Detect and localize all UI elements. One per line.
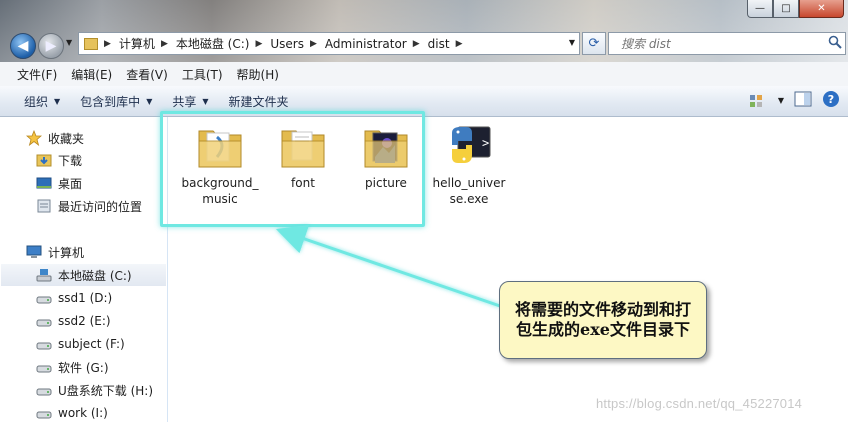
forward-button[interactable]: ▶ xyxy=(38,33,64,59)
search-input[interactable] xyxy=(619,35,828,52)
annotation-text: 将需要的文件移动到和打包生成的exe文件目录下 xyxy=(514,300,691,339)
chevron-right-icon[interactable]: ▶ xyxy=(456,39,463,49)
breadcrumb: ▶ 计算机 ▶ 本地磁盘 (C:) ▶ Users ▶ Administrato… xyxy=(98,35,471,52)
window-controls: — □ ✕ xyxy=(747,0,844,18)
maximize-button[interactable]: □ xyxy=(773,0,799,18)
breadcrumb-item-dist[interactable]: dist xyxy=(428,37,450,51)
close-button[interactable]: ✕ xyxy=(799,0,844,18)
breadcrumb-item-administrator[interactable]: Administrator xyxy=(325,37,407,51)
chevron-right-icon[interactable]: ▶ xyxy=(255,39,262,49)
annotation-arrow xyxy=(275,224,501,308)
back-button[interactable]: ◀ xyxy=(10,33,36,59)
watermark: https://blog.csdn.net/qq_45227014 xyxy=(596,396,803,411)
minimize-button[interactable]: — xyxy=(747,0,773,18)
breadcrumb-item-users[interactable]: Users xyxy=(270,37,304,51)
address-history-dropdown[interactable]: ▼ xyxy=(569,38,575,47)
chevron-right-icon[interactable]: ▶ xyxy=(413,39,420,49)
chevron-right-icon[interactable]: ▶ xyxy=(161,39,168,49)
refresh-button[interactable]: ⟳ xyxy=(582,32,606,55)
refresh-icon: ⟳ xyxy=(588,36,600,51)
chevron-right-icon[interactable]: ▶ xyxy=(310,39,317,49)
arrow-left-icon: ◀ xyxy=(17,38,29,54)
chevron-right-icon: ▶ xyxy=(104,38,111,49)
folder-icon xyxy=(84,37,98,50)
recent-pages-dropdown[interactable]: ▼ xyxy=(66,38,72,47)
breadcrumb-item-computer[interactable]: 计算机 xyxy=(119,35,155,52)
search-box xyxy=(608,32,846,55)
arrow-right-icon: ▶ xyxy=(45,38,57,54)
search-icon[interactable] xyxy=(828,35,842,52)
address-bar[interactable]: ▶ 计算机 ▶ 本地磁盘 (C:) ▶ Users ▶ Administrato… xyxy=(78,32,580,55)
breadcrumb-item-c-drive[interactable]: 本地磁盘 (C:) xyxy=(176,35,250,52)
annotation-callout: 将需要的文件移动到和打包生成的exe文件目录下 xyxy=(499,281,707,359)
